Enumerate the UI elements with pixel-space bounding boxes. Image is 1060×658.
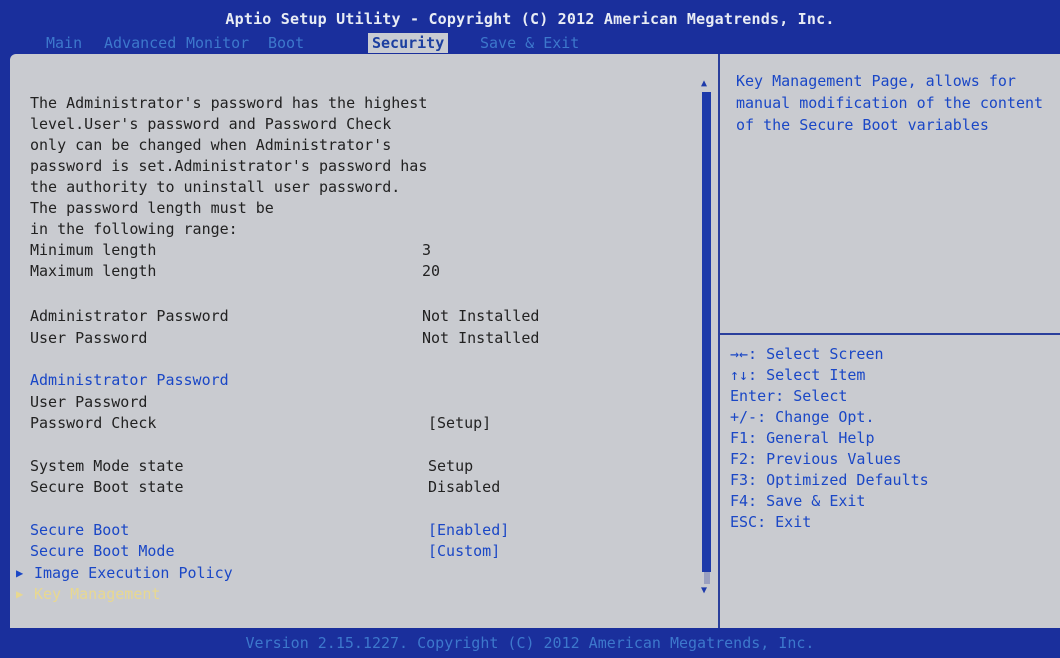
secure-boot-mode-value[interactable]: [Custom] (428, 541, 500, 562)
key-hint: F4: Save & Exit (730, 492, 866, 510)
system-mode-value: Setup (428, 457, 474, 475)
key-hint: F3: Optimized Defaults (730, 471, 929, 489)
description-line: The password length must be (30, 199, 274, 217)
tab-main[interactable]: Main (46, 33, 82, 53)
help-divider (720, 333, 1060, 335)
min-length-label: Minimum length (30, 241, 157, 259)
tab-advanced[interactable]: Advanced (104, 33, 176, 53)
image-execution-policy-item[interactable]: Image Execution Policy (34, 563, 233, 584)
max-length-label: Maximum length (30, 262, 157, 280)
help-description: Key Management Page, allows for manual m… (736, 72, 1044, 134)
tab-save-exit[interactable]: Save & Exit (480, 33, 579, 53)
secure-boot-label[interactable]: Secure Boot (30, 520, 129, 541)
description-line: the authority to uninstall user password… (30, 178, 401, 196)
secure-boot-mode-label[interactable]: Secure Boot Mode (30, 541, 175, 562)
key-hint: ESC: Exit (730, 513, 812, 531)
scroll-thumb[interactable] (702, 92, 711, 572)
password-check-label[interactable]: Password Check (30, 413, 156, 434)
system-mode-label: System Mode state (30, 457, 184, 475)
key-management-item[interactable]: Key Management (34, 584, 160, 605)
secure-boot-value[interactable]: [Enabled] (428, 520, 509, 541)
user-password-status-value: Not Installed (422, 329, 540, 347)
tab-monitor[interactable]: Monitor (186, 33, 249, 53)
settings-pane: The Administrator's password has the hig… (10, 54, 711, 628)
description-line: level.User's password and Password Check (30, 115, 392, 133)
key-hint: F2: Previous Values (730, 450, 902, 468)
submenu-arrow-icon: ▶ (16, 566, 24, 580)
key-hint: →←: Select Screen (730, 345, 884, 363)
max-length-value: 20 (422, 262, 441, 280)
tab-boot[interactable]: Boot (268, 33, 304, 53)
admin-password-status-value: Not Installed (422, 307, 540, 325)
key-hint: ↑↓: Select Item (730, 366, 866, 384)
help-pane: Key Management Page, allows for manual m… (718, 54, 1060, 628)
key-hint: Enter: Select (730, 387, 848, 405)
admin-password-item[interactable]: Administrator Password (30, 370, 229, 391)
user-password-status-label: User Password (30, 329, 148, 347)
secure-boot-state-value: Disabled (428, 478, 501, 496)
description-line: The Administrator's password has the hig… (30, 94, 428, 112)
key-legend: →←: Select Screen ↑↓: Select Item Enter:… (730, 344, 929, 533)
description-line: in the following range: (30, 220, 238, 238)
submenu-arrow-icon: ▶ (16, 587, 24, 601)
scrollbar[interactable]: ▲ ▼ (701, 78, 713, 596)
min-length-value: 3 (422, 241, 432, 259)
secure-boot-state-label: Secure Boot state (30, 478, 184, 496)
key-hint: +/-: Change Opt. (730, 408, 875, 426)
scroll-down-arrow-icon[interactable]: ▼ (701, 585, 707, 596)
password-check-value[interactable]: [Setup] (428, 413, 491, 434)
version-footer: Version 2.15.1227. Copyright (C) 2012 Am… (245, 634, 815, 652)
setup-screen: The Administrator's password has the hig… (10, 54, 1060, 628)
tab-security[interactable]: Security (368, 33, 449, 53)
user-password-item[interactable]: User Password (30, 392, 147, 413)
description-line: password is set.Administrator's password… (30, 157, 428, 175)
scroll-up-arrow-icon[interactable]: ▲ (701, 78, 707, 89)
window-title: Aptio Setup Utility - Copyright (C) 2012… (225, 10, 835, 28)
key-hint: F1: General Help (730, 429, 875, 447)
description-line: only can be changed when Administrator's (30, 136, 392, 154)
admin-password-status-label: Administrator Password (30, 307, 229, 325)
